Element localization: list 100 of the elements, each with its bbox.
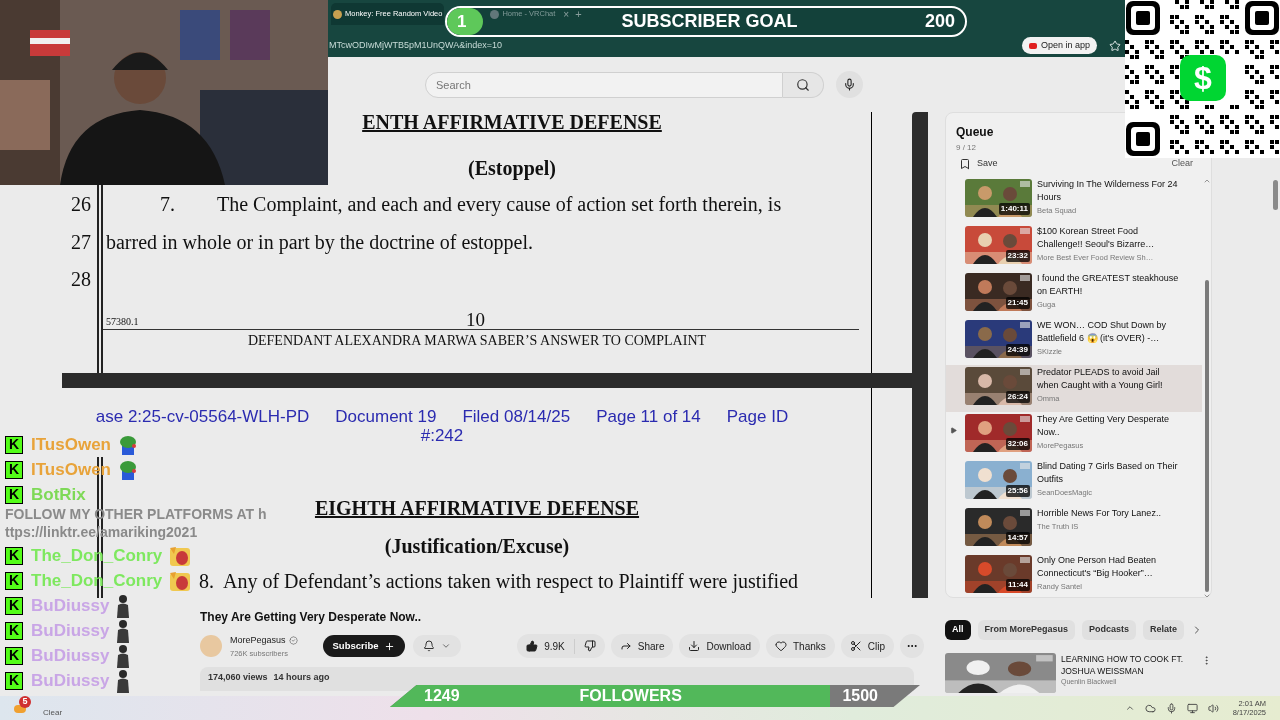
related-video-title: LEARNING HOW TO COOK FT. JOSHUA WEISSMAN xyxy=(1061,653,1184,677)
page-scrollbar xyxy=(1273,180,1278,210)
search-field[interactable]: Search xyxy=(425,71,783,98)
case-header-text: #:242 xyxy=(420,426,464,445)
line-number: 27 xyxy=(70,229,91,255)
monkey-favicon-icon xyxy=(333,9,342,19)
document-text: barred in whole or in part by the doctrine of estoppel. xyxy=(105,229,534,256)
document-code: 57380.1 xyxy=(105,315,140,329)
kick-badge-icon: K xyxy=(5,671,23,690)
figure-emote-icon xyxy=(115,593,132,618)
queue-position: 9 / 12 xyxy=(956,142,977,154)
notifications-button[interactable] xyxy=(413,635,462,658)
cloud-icon[interactable] xyxy=(1144,702,1156,714)
kick-badge-icon: K xyxy=(5,546,23,565)
cash-app-logo: $ xyxy=(1180,55,1226,101)
heart-icon xyxy=(774,640,787,653)
filter-chip[interactable]: All xyxy=(945,620,971,640)
download-icon xyxy=(688,640,701,653)
section-subheading: (Justification/Excuse) xyxy=(384,534,570,560)
video-title: They Are Getting Very Desperate Now.. xyxy=(200,609,423,626)
line-number: 28 xyxy=(70,266,91,292)
open-in-app-button[interactable]: Open in app xyxy=(1021,37,1097,54)
search-button[interactable] xyxy=(783,71,824,98)
download-button[interactable]: Download xyxy=(679,634,760,659)
new-tab-button[interactable]: + xyxy=(575,5,582,23)
close-tab-button[interactable]: × xyxy=(563,6,570,22)
line-number: 26 xyxy=(70,192,91,217)
frog-emote-icon xyxy=(117,433,139,456)
verified-icon xyxy=(288,636,298,646)
figure-emote-icon xyxy=(115,668,132,693)
case-header-text: Page ID xyxy=(726,407,789,426)
goal-target: 200 xyxy=(924,10,955,33)
microphone-icon xyxy=(843,78,856,91)
case-header-text: Filed 08/14/25 xyxy=(462,407,571,426)
document-text: The Complaint, and each and every cause of action set forth therein, is xyxy=(216,192,782,218)
view-count: 174,060 views xyxy=(208,670,268,684)
filter-chip[interactable]: Podcasts xyxy=(1082,620,1137,640)
kick-badge-icon: K xyxy=(5,571,23,590)
queue-item-title: They Are Getting Very Desperate Now.. xyxy=(1037,412,1171,439)
queue-item-title: Surviving In The Wilderness For 24 Hours xyxy=(1037,177,1179,204)
case-header-text: Document 19 xyxy=(335,407,437,426)
kick-badge-icon: K xyxy=(5,460,23,479)
kick-badge-icon: K xyxy=(5,596,23,615)
case-header-text: ase 2:25-cv-05564-WLH-PD xyxy=(95,407,310,426)
clip-button[interactable]: Clip xyxy=(840,634,894,659)
document-text: Any of Defendant’s actions taken with respect to Plaintiff were justified xyxy=(223,569,799,595)
thumbs-down-icon[interactable] xyxy=(583,640,596,653)
queue-item-title: WE WON… COD Shut Down by Battlefield 6 😱 (it's OVER) -… xyxy=(1037,318,1168,345)
paragraph-number: 7. xyxy=(159,192,176,217)
goal-count: 1 xyxy=(457,10,467,33)
speaker-icon[interactable] xyxy=(1207,702,1219,714)
bookmark-star-icon[interactable] xyxy=(1109,39,1121,52)
figure-emote-icon xyxy=(115,618,132,643)
display-icon[interactable] xyxy=(1186,702,1198,714)
subscribe-button[interactable]: Subscribe xyxy=(322,635,406,658)
save-button[interactable]: Save xyxy=(956,157,998,171)
chat-username: BuDiussy xyxy=(31,644,110,667)
section-subheading: (Estoppel) xyxy=(468,155,556,182)
queue-item-title: Predator PLEADS to avoid Jail when Caught with a Young Girl! xyxy=(1037,365,1164,392)
chat-username: BotRix xyxy=(31,483,86,506)
queue-item-title: Only One Person Had Beaten Connecticut's “Big Hooker”… xyxy=(1037,553,1158,580)
filter-chip[interactable]: Relate xyxy=(1143,620,1185,640)
queue-item-title: Horrible News For Tory Lanez.. xyxy=(1037,506,1162,520)
weather-text: Clear xyxy=(43,707,63,719)
thanks-button[interactable]: Thanks xyxy=(765,634,835,659)
clear-button[interactable]: Clear xyxy=(1171,157,1201,171)
document-footer-title: DEFENDANT ALEXANDRA MARWA SABER’S ANSWER TO COMPLAINT xyxy=(247,332,707,350)
kick-badge-icon: K xyxy=(5,435,23,454)
like-dislike-control[interactable]: 9.9K xyxy=(517,634,605,659)
paragraph-number: 8. xyxy=(199,569,215,594)
queue-title: Queue xyxy=(956,124,995,141)
vr-favicon-icon xyxy=(490,9,500,19)
plus-icon xyxy=(384,640,396,652)
figure-emote-icon xyxy=(115,643,132,668)
scrollbar-thumb[interactable] xyxy=(1204,279,1209,592)
youtube-logo-icon xyxy=(1028,42,1037,49)
bookmark-icon xyxy=(959,157,971,170)
goal-label: SUBSCRIBER GOAL xyxy=(621,10,798,33)
kick-badge-icon: K xyxy=(5,646,23,665)
address-bar-url[interactable]: MTcwODIwMjWTB5pM1UnQWA&index=10 xyxy=(329,38,502,53)
voice-search-button[interactable] xyxy=(836,71,863,98)
like-count: 9.9K xyxy=(544,639,565,654)
show-hidden-icons-button[interactable] xyxy=(1124,703,1135,713)
share-button[interactable]: Share xyxy=(610,634,674,659)
section-heading: EIGHTH AFFIRMATIVE DEFENSE xyxy=(314,496,640,521)
page-number: 10 xyxy=(465,310,485,329)
upload-age: 14 hours ago xyxy=(273,670,330,684)
thumbs-up-icon[interactable] xyxy=(526,640,539,653)
channel-name[interactable]: MorePegasus xyxy=(230,634,286,648)
kick-badge-icon: K xyxy=(5,621,23,640)
queue-item-title: Blind Dating 7 Girls Based on Their Outfits xyxy=(1037,459,1179,486)
filter-chip[interactable]: From MorePegasus xyxy=(977,620,1076,640)
bell-icon xyxy=(423,640,436,653)
scissors-icon xyxy=(849,640,862,653)
frog-emote-icon xyxy=(117,458,139,481)
microphone-icon[interactable] xyxy=(1165,702,1177,714)
kick-badge-icon: K xyxy=(5,485,23,504)
section-heading: ENTH AFFIRMATIVE DEFENSE xyxy=(362,112,662,132)
search-icon xyxy=(796,77,810,92)
queue-item-title: I found the GREATEST steakhouse on EARTH! xyxy=(1037,271,1180,298)
